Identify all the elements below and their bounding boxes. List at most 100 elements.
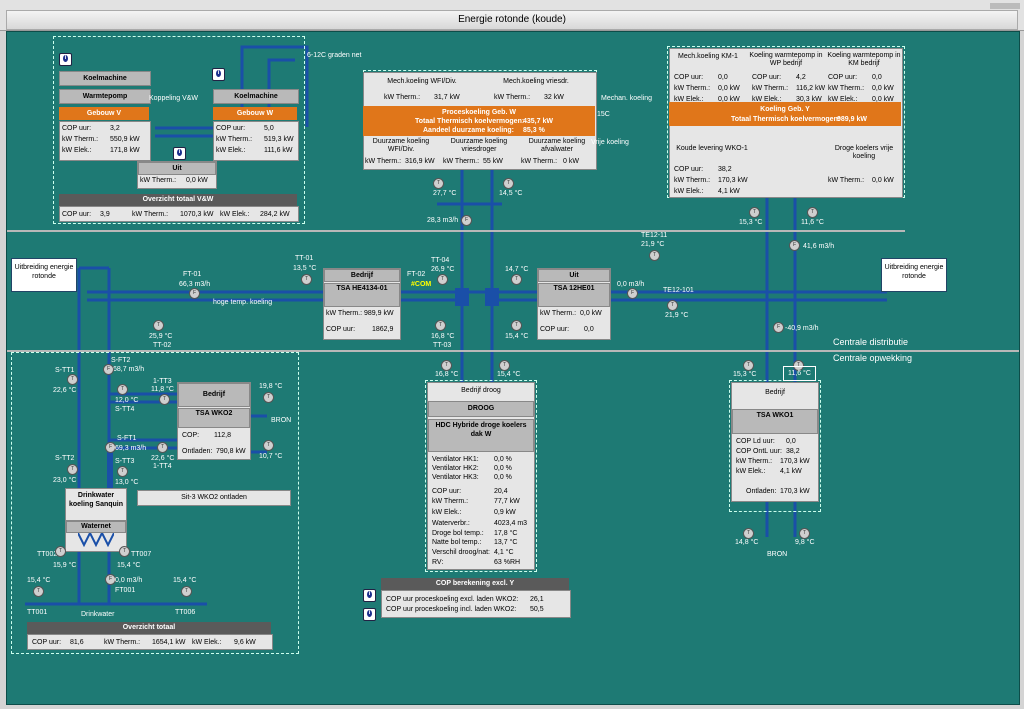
vw-overzicht-header: Overzicht totaal V&W	[59, 194, 297, 206]
vw-uit-header: Uit	[138, 162, 216, 175]
therm-label: kW Therm.:	[104, 639, 141, 646]
droog-mode: DROOG	[428, 401, 534, 417]
pipe-label-612c: 6-12C graden net	[307, 52, 362, 59]
info-icon[interactable]	[363, 608, 376, 621]
temp-sensor-icon[interactable]: T	[153, 320, 164, 331]
centrale-distributie-label: Centrale distributie	[833, 337, 909, 347]
temp-sensor-icon[interactable]: T	[117, 466, 128, 477]
tt01-label: TT-01	[295, 255, 314, 262]
temp-sensor-icon[interactable]: T	[181, 586, 192, 597]
hoge-temp-label: hoge temp. koeling	[213, 299, 273, 306]
temp-sensor-icon[interactable]: T	[807, 207, 818, 218]
water-label: Waterverbr.:	[432, 520, 470, 527]
wk-cop-value: 0,0	[872, 74, 882, 81]
droog-rv-value: 63 %RH	[494, 559, 521, 566]
uitbreiding-left-button[interactable]: Uitbreiding energie rotonde	[11, 258, 77, 292]
overzicht-elek-value: 9,6 kW	[234, 639, 256, 646]
flow-sensor-icon[interactable]: F	[627, 288, 638, 299]
temp-sensor-icon[interactable]: T	[433, 178, 444, 189]
temp-sensor-icon[interactable]: T	[667, 300, 678, 311]
flow-sensor-icon[interactable]: F	[789, 240, 800, 251]
sft1-label: S-FT1	[117, 435, 137, 442]
hk3-label: Ventilator HK3:	[432, 474, 479, 481]
copber-l2: COP uur proceskoeling incl. laden WKO2:	[386, 606, 517, 613]
therm-label: kW Therm.:	[752, 85, 789, 92]
temp-sensor-icon[interactable]: T	[117, 384, 128, 395]
info-icon[interactable]	[173, 147, 186, 160]
temp-sensor-icon[interactable]: T	[511, 274, 522, 285]
temp-sensor-icon[interactable]: T	[649, 250, 660, 261]
vw-overzicht-panel: COP uur: 3,9 kW Therm.: 1070,3 kW kW Ele…	[59, 206, 299, 222]
info-icon[interactable]	[363, 589, 376, 602]
flow-sensor-icon[interactable]: F	[103, 364, 114, 375]
elek-label: kW Elek.:	[736, 468, 766, 475]
droog-status: Bedrijf droog	[461, 387, 501, 394]
hk2-label: Ventilator HK2:	[432, 465, 479, 472]
temp-sensor-icon[interactable]: T	[263, 392, 274, 403]
tsa-he-cop-value: 1862,9	[372, 326, 394, 333]
temp-sensor-icon[interactable]: T	[503, 178, 514, 189]
temp-sensor-icon[interactable]: T	[749, 207, 760, 218]
flow-drink: 0,0 m3/h	[115, 577, 143, 584]
flow-sensor-icon[interactable]: F	[461, 215, 472, 226]
info-icon[interactable]	[212, 68, 225, 81]
temp-sensor-icon[interactable]: T	[263, 440, 274, 451]
droge-label: Droge bol temp.:	[432, 530, 484, 537]
temp-sensor-icon[interactable]: T	[159, 394, 170, 405]
temp-sensor-icon[interactable]: T	[301, 274, 312, 285]
therm-label: kW Therm.:	[432, 498, 469, 505]
temp-sensor-icon[interactable]: T	[33, 586, 44, 597]
tsa-12-cop-value: 0,0	[584, 326, 594, 333]
km1-label: Mech.koeling KM-1	[678, 53, 738, 60]
temp-sensor-icon[interactable]: T	[511, 320, 522, 331]
koppeling-label: Koppeling V&W	[149, 95, 199, 102]
temp-sensor-icon[interactable]: T	[157, 442, 168, 453]
t-135: 13,5 °C	[293, 265, 317, 272]
flow-sensor-icon[interactable]: F	[773, 322, 784, 333]
temp-sensor-icon[interactable]: T	[435, 320, 446, 331]
proces-title: Proceskoeling Geb. W	[442, 109, 516, 116]
proces-aandeel-label: Aandeel duurzame koeling:	[423, 127, 515, 134]
wko1-name: TSA WKO1	[732, 409, 818, 434]
vw-right-values-panel: COP uur: 5,0 kW Therm.: 519,3 kW kW Elek…	[213, 121, 299, 161]
cop-label: COP uur:	[752, 74, 782, 81]
wp-cop-value: 4,2	[796, 74, 806, 81]
t-277: 27,7 °C	[433, 190, 457, 197]
temp-sensor-icon[interactable]: T	[67, 374, 78, 385]
t-98: 9,8 °C	[795, 539, 815, 546]
vw-left-cop-value: 3,2	[110, 125, 120, 132]
t-154: 15,4 °C	[505, 333, 529, 340]
info-icon[interactable]	[59, 53, 72, 66]
temp-sensor-icon[interactable]: T	[437, 274, 448, 285]
droog-water-value: 4023,4 m3	[494, 520, 528, 527]
elek-label: kW Elek.:	[216, 147, 246, 154]
temp-sensor-icon[interactable]: T	[119, 546, 130, 557]
tt4-label: 1-TT4	[153, 463, 172, 470]
ontl-label: COP OntL uur:	[736, 448, 782, 455]
therm-label: kW Therm.:	[828, 85, 865, 92]
window-titlebar: Energie rotonde (koude)	[0, 0, 1024, 31]
therm-label: kW Therm.:	[140, 177, 177, 184]
cop-label: COP uur:	[540, 326, 570, 333]
t-116b: 11,6 °C	[783, 366, 816, 381]
wk-therm-value: 0,0 kW	[872, 85, 894, 92]
vw-koelmachine-left-header: Koelmachine	[59, 71, 151, 86]
therm-label: kW Therm.:	[674, 177, 711, 184]
stt2-label: S-TT2	[55, 455, 75, 462]
t-130: 13,0 °C	[115, 479, 139, 486]
wko2-bron-label: BRON	[271, 417, 292, 424]
therm-label: kW Therm.:	[521, 158, 558, 165]
copber-v2: 50,5	[530, 606, 544, 613]
tt006-label: TT006	[175, 609, 196, 616]
flow-sensor-icon[interactable]: F	[189, 288, 200, 299]
temp-sensor-icon[interactable]: T	[67, 464, 78, 475]
wko2-ontladen-value: 790,8 kW	[216, 448, 246, 455]
dz-vries-label: Duurzame koeling vriesdroger	[450, 138, 508, 153]
copber-l1: COP uur proceskoeling excl. laden WKO2:	[386, 596, 519, 603]
waternet-label: Waternet	[66, 521, 126, 533]
ld-label: COP Ld uur:	[736, 438, 775, 445]
mech-wfi-label: Mech.koeling WFI/Div.	[387, 78, 457, 85]
ontladen-label: Ontladen:	[746, 488, 777, 495]
temp-sensor-icon[interactable]: T	[55, 546, 66, 557]
uitbreiding-right-button[interactable]: Uitbreiding energie rotonde	[881, 258, 947, 292]
